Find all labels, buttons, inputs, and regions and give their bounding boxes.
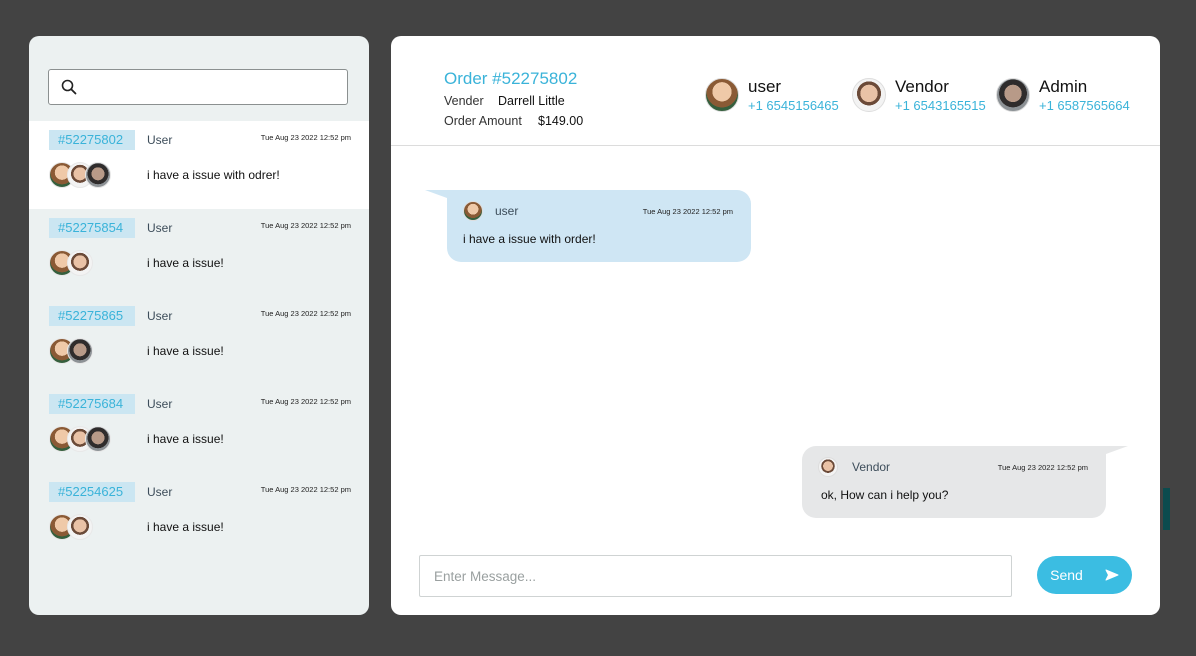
- vendor-row: Vender Darrell Little: [444, 94, 565, 108]
- message-input[interactable]: [419, 555, 1012, 597]
- message-sender: user: [495, 204, 519, 218]
- admin-avatar: [67, 338, 93, 364]
- backdrop-strip: [1163, 488, 1170, 530]
- participant-name: Vendor: [895, 77, 949, 96]
- order-tag: #52254625: [49, 482, 135, 502]
- search-icon: [61, 79, 77, 95]
- chat-role: User: [147, 221, 173, 235]
- message-time: Tue Aug 23 2022 12:52 pm: [997, 463, 1088, 472]
- vendor-label: Vender: [444, 94, 484, 108]
- order-tag: #52275854: [49, 218, 135, 238]
- chat-role: User: [147, 309, 173, 323]
- chat-role: User: [147, 485, 173, 499]
- vendor-avatar: [852, 78, 886, 112]
- search-box[interactable]: [48, 69, 348, 105]
- chat-list-item[interactable]: #52275865 User Tue Aug 23 2022 12:52 pm …: [29, 297, 369, 385]
- chat-list: #52275802 User Tue Aug 23 2022 12:52 pm …: [29, 121, 369, 561]
- admin-avatar: [85, 426, 111, 452]
- participant-name: user: [748, 77, 782, 96]
- outgoing-message-bubble: Vendor Tue Aug 23 2022 12:52 pm ok, How …: [802, 446, 1128, 518]
- order-tag: #52275802: [49, 130, 135, 150]
- order-title: Order #52275802: [444, 69, 578, 88]
- send-button[interactable]: Send: [1037, 556, 1132, 594]
- chat-preview: i have a issue!: [147, 520, 224, 534]
- vendor-value: Darrell Little: [498, 94, 565, 108]
- message-sender: Vendor: [852, 460, 891, 474]
- chat-time: Tue Aug 23 2022 12:52 pm: [260, 485, 351, 494]
- vendor-avatar: [67, 250, 93, 276]
- search-input[interactable]: [85, 71, 347, 103]
- chat-time: Tue Aug 23 2022 12:52 pm: [260, 133, 351, 142]
- order-tag: #52275684: [49, 394, 135, 414]
- header-divider: [391, 145, 1160, 146]
- chat-list-item[interactable]: #52275854 User Tue Aug 23 2022 12:52 pm …: [29, 209, 369, 297]
- admin-avatar: [996, 78, 1030, 112]
- admin-avatar: [85, 162, 111, 188]
- chat-preview: i have a issue!: [147, 432, 224, 446]
- chat-list-item[interactable]: #52254625 User Tue Aug 23 2022 12:52 pm …: [29, 473, 369, 561]
- participant-phone: +1 6587565664: [1039, 98, 1130, 113]
- chat-time: Tue Aug 23 2022 12:52 pm: [260, 309, 351, 318]
- message-time: Tue Aug 23 2022 12:52 pm: [642, 207, 733, 216]
- user-avatar: [463, 201, 483, 221]
- message-text: i have a issue with order!: [463, 232, 596, 246]
- user-avatar: [705, 78, 739, 112]
- message-text: ok, How can i help you?: [821, 488, 949, 502]
- chat-list-item[interactable]: #52275802 User Tue Aug 23 2022 12:52 pm …: [29, 121, 369, 209]
- participant-name: Admin: [1039, 77, 1088, 96]
- chat-role: User: [147, 133, 173, 147]
- participant-phone: +1 6543165515: [895, 98, 986, 113]
- amount-value: $149.00: [538, 114, 584, 128]
- participant-phone: +1 6545156465: [748, 98, 839, 113]
- chat-role: User: [147, 397, 173, 411]
- chat-preview: i have a issue!: [147, 344, 224, 358]
- chat-panel: Order #52275802 Vender Darrell Little Or…: [391, 36, 1160, 615]
- vendor-avatar: [818, 457, 838, 477]
- send-label: Send: [1050, 567, 1083, 583]
- order-tag: #52275865: [49, 306, 135, 326]
- amount-row: Order Amount $149.00: [444, 114, 583, 128]
- chat-time: Tue Aug 23 2022 12:52 pm: [260, 397, 351, 406]
- send-icon: [1105, 569, 1119, 581]
- chat-preview: i have a issue with odrer!: [147, 168, 280, 182]
- amount-label: Order Amount: [444, 114, 522, 128]
- vendor-avatar: [67, 514, 93, 540]
- incoming-message-bubble: user Tue Aug 23 2022 12:52 pm i have a i…: [425, 190, 751, 262]
- chat-time: Tue Aug 23 2022 12:52 pm: [260, 221, 351, 230]
- chat-list-item[interactable]: #52275684 User Tue Aug 23 2022 12:52 pm …: [29, 385, 369, 473]
- conversation-list-panel: #52275802 User Tue Aug 23 2022 12:52 pm …: [29, 36, 369, 615]
- chat-preview: i have a issue!: [147, 256, 224, 270]
